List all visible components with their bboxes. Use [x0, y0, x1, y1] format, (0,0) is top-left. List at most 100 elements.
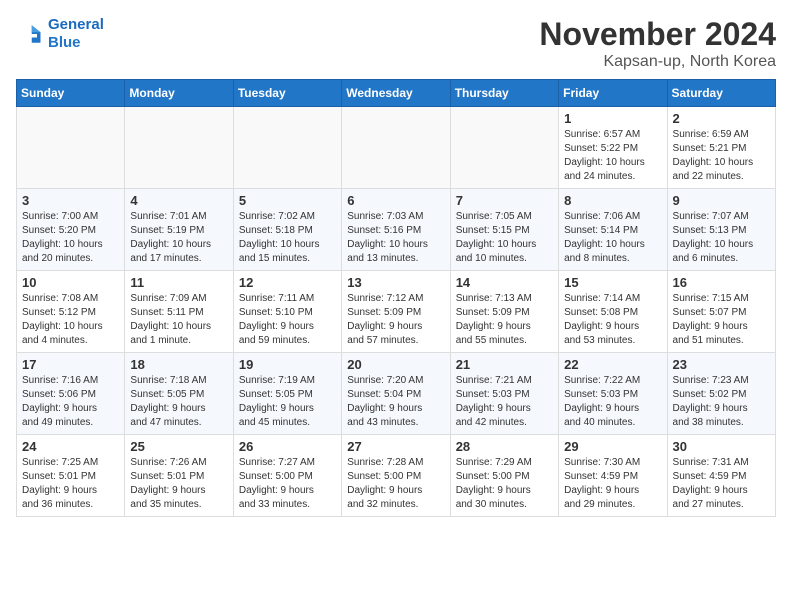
day-number: 8 [564, 193, 661, 208]
day-number: 13 [347, 275, 444, 290]
day-number: 20 [347, 357, 444, 372]
day-number: 2 [673, 111, 770, 126]
calendar-cell: 11 Sunrise: 7:09 AM Sunset: 5:11 PM Dayli… [125, 271, 233, 353]
day-info: Sunrise: 7:05 AM Sunset: 5:15 PM Dayligh… [456, 210, 553, 266]
calendar-cell: 25 Sunrise: 7:26 AM Sunset: 5:01 PM Dayli… [125, 435, 233, 517]
day-info: Sunrise: 7:28 AM Sunset: 5:00 PM Dayligh… [347, 456, 444, 512]
calendar-cell: 26Sunrise: 7:27 AM Sunset: 5:00 PM Dayli… [233, 435, 341, 517]
day-info: Sunrise: 7:08 AM Sunset: 5:12 PM Dayligh… [22, 292, 119, 348]
day-number: 27 [347, 439, 444, 454]
day-number: 25 [130, 439, 227, 454]
logo-icon [16, 20, 44, 48]
calendar-cell: 24 Sunrise: 7:25 AM Sunset: 5:01 PM Dayli… [17, 435, 125, 517]
day-info: Sunrise: 7:27 AM Sunset: 5:00 PM Dayligh… [239, 456, 336, 512]
weekday-header-row: SundayMondayTuesdayWednesdayThursdayFrid… [17, 80, 776, 107]
calendar-cell [233, 107, 341, 189]
day-number: 9 [673, 193, 770, 208]
weekday-header-wednesday: Wednesday [342, 80, 450, 107]
day-info: Sunrise: 7:07 AM Sunset: 5:13 PM Dayligh… [673, 210, 770, 266]
day-info: Sunrise: 7:00 AM Sunset: 5:20 PM Dayligh… [22, 210, 119, 266]
weekday-header-saturday: Saturday [667, 80, 775, 107]
day-number: 3 [22, 193, 119, 208]
title-area: November 2024 Kapsan-up, North Korea [539, 16, 776, 71]
calendar-cell: 21 Sunrise: 7:21 AM Sunset: 5:03 PM Dayli… [450, 353, 558, 435]
header: General Blue November 2024 Kapsan-up, No… [16, 16, 776, 71]
calendar-week-3: 10 Sunrise: 7:08 AM Sunset: 5:12 PM Dayli… [17, 271, 776, 353]
day-number: 5 [239, 193, 336, 208]
calendar-cell: 30 Sunrise: 7:31 AM Sunset: 4:59 PM Dayli… [667, 435, 775, 517]
location-title: Kapsan-up, North Korea [539, 53, 776, 71]
month-title: November 2024 [539, 16, 776, 53]
calendar-cell: 16 Sunrise: 7:15 AM Sunset: 5:07 PM Dayli… [667, 271, 775, 353]
day-info: Sunrise: 7:11 AM Sunset: 5:10 PM Dayligh… [239, 292, 336, 348]
calendar-cell: 15Sunrise: 7:14 AM Sunset: 5:08 PM Dayli… [559, 271, 667, 353]
calendar-cell: 27 Sunrise: 7:28 AM Sunset: 5:00 PM Dayli… [342, 435, 450, 517]
day-info: Sunrise: 7:22 AM Sunset: 5:03 PM Dayligh… [564, 374, 661, 430]
day-number: 7 [456, 193, 553, 208]
logo: General Blue [16, 16, 104, 52]
day-number: 21 [456, 357, 553, 372]
day-number: 6 [347, 193, 444, 208]
calendar-cell: 28 Sunrise: 7:29 AM Sunset: 5:00 PM Dayli… [450, 435, 558, 517]
day-number: 16 [673, 275, 770, 290]
day-info: Sunrise: 7:21 AM Sunset: 5:03 PM Dayligh… [456, 374, 553, 430]
logo-text: General Blue [48, 16, 104, 52]
day-info: Sunrise: 7:31 AM Sunset: 4:59 PM Dayligh… [673, 456, 770, 512]
day-number: 30 [673, 439, 770, 454]
calendar-cell: 7 Sunrise: 7:05 AM Sunset: 5:15 PM Daylig… [450, 189, 558, 271]
calendar-cell [450, 107, 558, 189]
calendar-cell: 14 Sunrise: 7:13 AM Sunset: 5:09 PM Dayli… [450, 271, 558, 353]
day-info: Sunrise: 7:13 AM Sunset: 5:09 PM Dayligh… [456, 292, 553, 348]
calendar-cell: 23Sunrise: 7:23 AM Sunset: 5:02 PM Dayli… [667, 353, 775, 435]
logo-general: General [48, 16, 104, 33]
calendar-week-5: 24 Sunrise: 7:25 AM Sunset: 5:01 PM Dayli… [17, 435, 776, 517]
calendar-cell: 9 Sunrise: 7:07 AM Sunset: 5:13 PM Daylig… [667, 189, 775, 271]
day-info: Sunrise: 7:16 AM Sunset: 5:06 PM Dayligh… [22, 374, 119, 430]
day-info: Sunrise: 6:59 AM Sunset: 5:21 PM Dayligh… [673, 128, 770, 184]
day-number: 28 [456, 439, 553, 454]
day-info: Sunrise: 7:01 AM Sunset: 5:19 PM Dayligh… [130, 210, 227, 266]
day-number: 22 [564, 357, 661, 372]
calendar-week-4: 17Sunrise: 7:16 AM Sunset: 5:06 PM Dayli… [17, 353, 776, 435]
day-info: Sunrise: 7:09 AM Sunset: 5:11 PM Dayligh… [130, 292, 227, 348]
calendar-cell [125, 107, 233, 189]
calendar-cell: 8 Sunrise: 7:06 AM Sunset: 5:14 PM Daylig… [559, 189, 667, 271]
calendar-body: 1 Sunrise: 6:57 AM Sunset: 5:22 PM Daylig… [17, 107, 776, 517]
day-info: Sunrise: 7:25 AM Sunset: 5:01 PM Dayligh… [22, 456, 119, 512]
calendar-cell: 17Sunrise: 7:16 AM Sunset: 5:06 PM Dayli… [17, 353, 125, 435]
day-number: 29 [564, 439, 661, 454]
calendar-cell [17, 107, 125, 189]
day-number: 12 [239, 275, 336, 290]
day-info: Sunrise: 6:57 AM Sunset: 5:22 PM Dayligh… [564, 128, 661, 184]
day-info: Sunrise: 7:03 AM Sunset: 5:16 PM Dayligh… [347, 210, 444, 266]
weekday-header-sunday: Sunday [17, 80, 125, 107]
calendar-week-1: 1 Sunrise: 6:57 AM Sunset: 5:22 PM Daylig… [17, 107, 776, 189]
calendar-cell: 18 Sunrise: 7:18 AM Sunset: 5:05 PM Dayli… [125, 353, 233, 435]
day-number: 18 [130, 357, 227, 372]
day-info: Sunrise: 7:06 AM Sunset: 5:14 PM Dayligh… [564, 210, 661, 266]
day-info: Sunrise: 7:19 AM Sunset: 5:05 PM Dayligh… [239, 374, 336, 430]
day-number: 1 [564, 111, 661, 126]
day-info: Sunrise: 7:20 AM Sunset: 5:04 PM Dayligh… [347, 374, 444, 430]
day-info: Sunrise: 7:15 AM Sunset: 5:07 PM Dayligh… [673, 292, 770, 348]
day-number: 14 [456, 275, 553, 290]
day-number: 4 [130, 193, 227, 208]
day-number: 11 [130, 275, 227, 290]
day-info: Sunrise: 7:26 AM Sunset: 5:01 PM Dayligh… [130, 456, 227, 512]
day-info: Sunrise: 7:29 AM Sunset: 5:00 PM Dayligh… [456, 456, 553, 512]
calendar-cell: 2 Sunrise: 6:59 AM Sunset: 5:21 PM Daylig… [667, 107, 775, 189]
day-info: Sunrise: 7:18 AM Sunset: 5:05 PM Dayligh… [130, 374, 227, 430]
day-number: 24 [22, 439, 119, 454]
calendar-cell [342, 107, 450, 189]
weekday-header-friday: Friday [559, 80, 667, 107]
day-number: 10 [22, 275, 119, 290]
weekday-header-thursday: Thursday [450, 80, 558, 107]
logo-blue: Blue [48, 34, 81, 51]
day-number: 23 [673, 357, 770, 372]
calendar-week-2: 3 Sunrise: 7:00 AM Sunset: 5:20 PM Daylig… [17, 189, 776, 271]
day-info: Sunrise: 7:30 AM Sunset: 4:59 PM Dayligh… [564, 456, 661, 512]
calendar-cell: 19Sunrise: 7:19 AM Sunset: 5:05 PM Dayli… [233, 353, 341, 435]
calendar-cell: 6 Sunrise: 7:03 AM Sunset: 5:16 PM Daylig… [342, 189, 450, 271]
calendar-cell: 3 Sunrise: 7:00 AM Sunset: 5:20 PM Daylig… [17, 189, 125, 271]
calendar-cell: 4 Sunrise: 7:01 AM Sunset: 5:19 PM Daylig… [125, 189, 233, 271]
